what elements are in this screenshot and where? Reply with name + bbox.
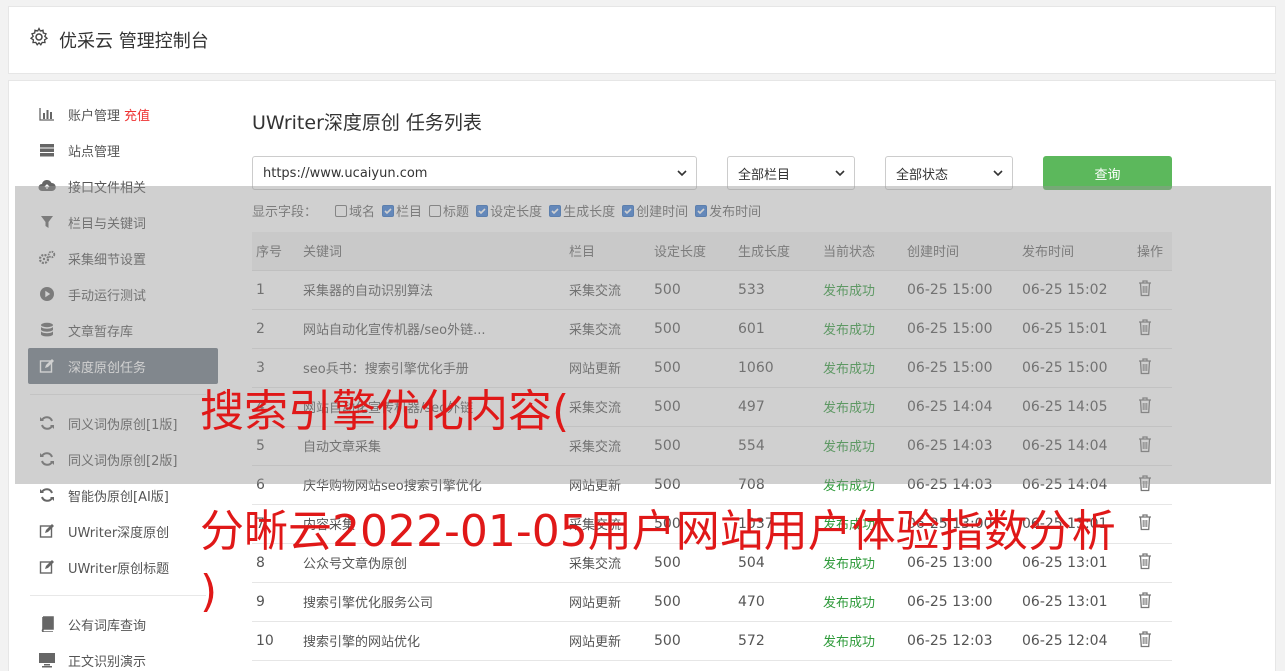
table-cell: 06-25 12:04 xyxy=(1022,621,1137,661)
actions-cell xyxy=(1137,582,1172,622)
table-cell: 470 xyxy=(738,582,823,622)
status-select-value: 全部状态 xyxy=(896,167,949,183)
site-select-value: https://www.ucaiyun.com xyxy=(263,165,428,181)
table-row: 9 搜索引擎优化服务公司 网站更新 500 470 发布成功 06-25 13:00 06-2… xyxy=(252,582,1172,622)
actions-cell xyxy=(1137,543,1172,583)
table-cell: 06-25 12:03 xyxy=(907,621,1022,661)
top-header: 优采云 管理控制台 xyxy=(8,6,1276,74)
table-cell: 500 xyxy=(654,582,738,622)
trash-icon[interactable] xyxy=(1137,630,1153,648)
table-cell: 搜索引擎优化服务公司 xyxy=(303,582,569,622)
trash-icon[interactable] xyxy=(1137,513,1153,531)
column-select-value: 全部栏目 xyxy=(738,167,791,183)
chevron-down-icon xyxy=(993,170,1003,177)
overlay-headline: 搜索引擎优化内容( xyxy=(200,386,570,437)
gray-overlay-band xyxy=(15,186,1271,484)
table-cell: 06-25 13:01 xyxy=(1022,582,1137,622)
edit-icon xyxy=(38,558,56,576)
site-select[interactable]: https://www.ucaiyun.com xyxy=(252,156,697,190)
overlay-headline: 分晰云2022-01-05用户网站用户体验指数分析 xyxy=(200,506,1116,557)
table-cell: 发布成功 xyxy=(823,582,907,622)
sidebar-item-account[interactable]: 账户管理 充值 xyxy=(28,96,218,132)
sidebar-item-label: UWriter原创标题 xyxy=(68,561,170,577)
overlay-headline: ) xyxy=(200,566,218,617)
app-title: 优采云 管理控制台 xyxy=(59,31,209,52)
sidebar-item-label: 正文识别演示 xyxy=(68,654,147,670)
refresh-icon xyxy=(38,486,56,504)
sidebar-item-public-lexicon[interactable]: 公有词库查询 xyxy=(28,606,218,642)
sidebar-item-sites[interactable]: 站点管理 xyxy=(28,132,218,168)
table-cell: 搜索引擎的网站优化 xyxy=(303,621,569,661)
edit-icon xyxy=(38,522,56,540)
status-select[interactable]: 全部状态 xyxy=(885,156,1013,190)
trash-icon[interactable] xyxy=(1137,591,1153,609)
table-cell: 网站更新 xyxy=(569,621,654,661)
sidebar-item-text-recognition[interactable]: 正文识别演示 xyxy=(28,642,218,671)
chevron-down-icon xyxy=(677,170,687,177)
bar-chart-icon xyxy=(38,105,56,123)
sidebar-item-label: 账户管理 xyxy=(68,108,121,124)
chevron-down-icon xyxy=(835,170,845,177)
sidebar-divider xyxy=(30,595,206,596)
table-cell: 发布成功 xyxy=(823,621,907,661)
actions-cell xyxy=(1137,504,1172,544)
table-cell: 网站更新 xyxy=(569,582,654,622)
sidebar-item-uwriter-deep[interactable]: UWriter深度原创 xyxy=(28,513,218,549)
sidebar-item-label: 公有词库查询 xyxy=(68,618,147,634)
recharge-link[interactable]: 充值 xyxy=(124,105,150,124)
book-icon xyxy=(38,615,56,633)
sidebar-item-uwriter-title[interactable]: UWriter原创标题 xyxy=(28,549,218,585)
query-button[interactable]: 查询 xyxy=(1043,156,1172,190)
monitor-icon xyxy=(38,651,56,669)
column-select[interactable]: 全部栏目 xyxy=(727,156,855,190)
sidebar-item-label: 智能伪原创[AI版] xyxy=(68,489,169,505)
sidebar-item-label: UWriter深度原创 xyxy=(68,525,170,541)
table-cell: 9 xyxy=(252,582,303,622)
table-cell: 500 xyxy=(654,621,738,661)
gear-icon xyxy=(29,27,49,46)
trash-icon[interactable] xyxy=(1137,552,1153,570)
table-cell: 10 xyxy=(252,621,303,661)
actions-cell xyxy=(1137,621,1172,661)
page-title: UWriter深度原创 任务列表 xyxy=(252,112,482,134)
server-icon xyxy=(38,141,56,159)
sidebar-item-label: 站点管理 xyxy=(68,144,121,160)
table-row: 10 搜索引擎的网站优化 网站更新 500 572 发布成功 06-25 12:03 06-2… xyxy=(252,621,1172,661)
table-cell: 572 xyxy=(738,621,823,661)
table-cell: 06-25 13:00 xyxy=(907,582,1022,622)
